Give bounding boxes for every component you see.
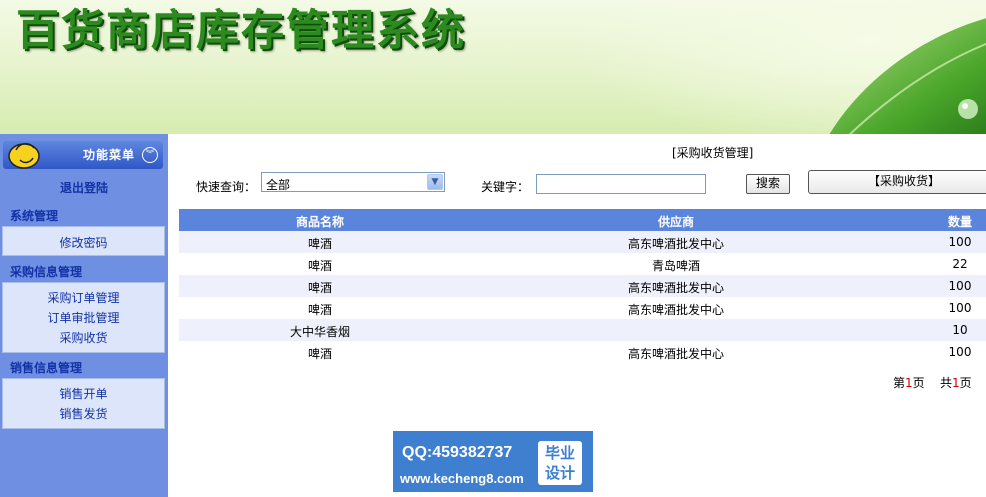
receive-table: 商品名称 供应商 数量 啤酒 高东啤酒批发中心 100 啤酒 青岛啤酒 22 啤… [179,209,986,363]
table-header: 商品名称 供应商 数量 [179,209,986,231]
table-row[interactable]: 啤酒 高东啤酒批发中心 100 [179,275,986,297]
menu-item-sales-delivery[interactable]: 销售发货 [3,405,164,422]
section-box-sales: 销售开单 销售发货 [2,378,165,429]
cell-product-name: 啤酒 [307,347,332,361]
cell-product-name: 啤酒 [307,281,332,295]
total-pages: 1 [951,376,960,390]
section-title-purchase: 采购信息管理 [10,265,83,279]
table-row[interactable]: 大中华香烟 10 [179,319,986,341]
chevron-down-icon[interactable]: ▼ [427,174,443,190]
cell-quantity: 100 [948,279,972,293]
section-box-purchase: 采购订单管理 订单审批管理 采购收货 [2,282,165,353]
search-bar: 快速查询： 全部 ▼ 关键字： 搜索 【采购收货】 [0,170,986,196]
cell-supplier: 青岛啤酒 [651,259,700,273]
system-title: 百货商店库存管理系统 [16,6,466,56]
section-title-system: 系统管理 [10,209,59,223]
watermark-qq: QQ:459382737 [402,444,513,461]
leaf-decoration [829,18,986,134]
watermark-banner: QQ:459382737 www.kecheng8.com 毕业 设计 [393,431,593,492]
table-row[interactable]: 啤酒 青岛啤酒 22 [179,253,986,275]
header-product-name: 商品名称 [295,215,344,229]
cell-quantity: 100 [948,235,972,249]
cell-supplier: 高东啤酒批发中心 [627,347,724,361]
purchase-receive-button[interactable]: 【采购收货】 [808,170,986,194]
page-suffix: 页 [912,376,925,390]
header-supplier: 供应商 [657,215,694,229]
cell-supplier: 高东啤酒批发中心 [627,237,724,251]
cell-product-name: 啤酒 [307,259,332,273]
cell-supplier: 高东啤酒批发中心 [627,303,724,317]
menu-header: 功能菜单 ︾ [3,141,163,169]
menu-item-change-password[interactable]: 修改密码 [3,234,164,251]
menu-title: 功能菜单 [83,148,136,162]
section-box-system: 修改密码 [2,226,165,256]
section-title-sales: 销售信息管理 [10,361,83,375]
header-quantity: 数量 [947,215,972,229]
keyword-label: 关键字： [481,180,530,194]
badge-line-2: 设计 [544,464,575,482]
total-prefix: 共 [939,376,952,390]
menu-logo-icon [8,143,40,169]
keyword-input[interactable] [536,174,706,194]
table-row[interactable]: 啤酒 高东啤酒批发中心 100 [179,297,986,319]
search-button[interactable]: 搜索 [746,174,790,194]
quick-query-label: 快速查询： [196,180,257,194]
page-prefix: 第 [893,376,906,390]
pagination: 第1页 共1页 [893,374,972,391]
cell-product-name: 啤酒 [307,237,332,251]
badge-line-1: 毕业 [544,444,575,462]
watermark-badge: 毕业 设计 [538,441,582,485]
menu-item-purchase-receive[interactable]: 采购收货 [3,329,164,346]
quick-query-value: 全部 [266,178,291,192]
cell-quantity: 22 [952,257,968,271]
current-page: 1 [905,376,913,390]
page-title: [采购收货管理] [672,146,754,160]
quick-query-select[interactable]: 全部 ▼ [261,172,445,192]
table-row[interactable]: 啤酒 高东啤酒批发中心 100 [179,231,986,253]
menu-item-purchase-orders[interactable]: 采购订单管理 [3,289,164,306]
menu-item-order-approval[interactable]: 订单审批管理 [3,309,164,326]
cell-product-name: 啤酒 [307,303,332,317]
cell-supplier: 高东啤酒批发中心 [627,281,724,295]
cell-quantity: 100 [948,345,972,359]
cell-product-name: 大中华香烟 [289,325,350,339]
total-suffix: 页 [959,376,972,390]
menu-item-sales-order[interactable]: 销售开单 [3,385,164,402]
cell-quantity: 10 [952,323,968,337]
watermark-url: www.kecheng8.com [400,471,524,486]
cell-quantity: 100 [948,301,972,315]
table-row[interactable]: 啤酒 高东啤酒批发中心 100 [179,341,986,363]
collapse-icon[interactable]: ︾ [142,147,158,163]
header-banner: 百货商店库存管理系统 [0,0,986,134]
